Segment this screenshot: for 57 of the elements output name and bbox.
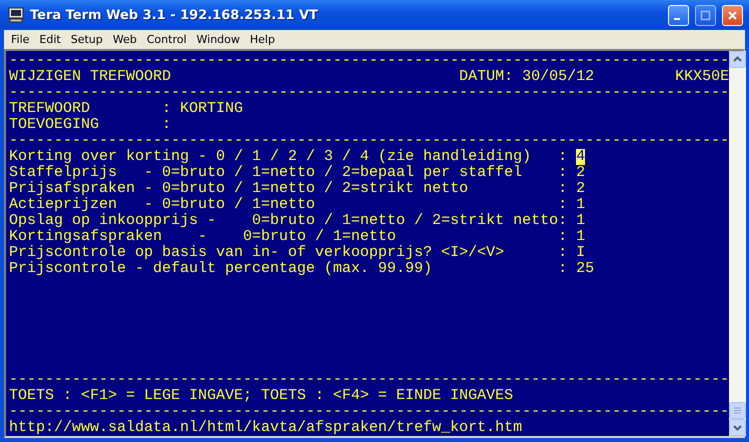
field-separator: : xyxy=(558,261,568,277)
close-icon xyxy=(727,10,738,20)
setting-label: Actieprijzen - 0=bruto / 1=netto xyxy=(9,197,316,213)
url-text: http://www.saldata.nl/html/kavta/afspraken/trefw_kort.htm xyxy=(9,420,524,436)
window-title: Tera Term Web 3.1 - 192.168.253.11 VT xyxy=(30,8,319,22)
scroll-thumb[interactable] xyxy=(729,402,746,419)
setting-value[interactable]: 25 xyxy=(576,261,594,277)
field-separator: : xyxy=(558,213,568,229)
minimize-button[interactable] xyxy=(668,4,689,26)
setting-value[interactable]: 2 xyxy=(576,181,586,197)
key-hint: TOETS : <F1> = LEGE INGAVE; TOETS : <F4> = EINDE INGAVES xyxy=(9,388,514,404)
field-label: TOEVOEGING xyxy=(9,117,100,133)
field-separator: : xyxy=(558,149,568,165)
field-separator: : xyxy=(162,117,172,133)
setting-value[interactable]: 1 xyxy=(576,229,586,245)
setting-value[interactable]: 2 xyxy=(576,165,586,181)
menu-item[interactable]: Control xyxy=(142,33,192,46)
field-value: KORTING xyxy=(180,101,244,117)
field-separator: : xyxy=(558,245,568,261)
setting-value[interactable]: I xyxy=(576,245,586,261)
setting-value[interactable]: 4 xyxy=(576,149,586,165)
setting-label: Prijscontrole - default percentage (max. 99.99) xyxy=(9,261,434,277)
date-label: DATUM: 30/05/12 xyxy=(459,69,596,85)
screen-code: KKX50E xyxy=(675,69,730,85)
dashed-rule: -------------------------------------------------------------------------------- xyxy=(9,53,730,69)
close-button[interactable] xyxy=(722,4,743,26)
menu-item[interactable]: Setup xyxy=(66,33,108,46)
maximize-button[interactable] xyxy=(695,4,716,26)
menu-item[interactable]: Window xyxy=(192,33,245,46)
menu-item[interactable]: File xyxy=(6,33,34,46)
field-separator: : xyxy=(558,197,568,213)
minimize-icon xyxy=(674,18,680,20)
field-separator: : xyxy=(558,181,568,197)
scroll-down-icon[interactable] xyxy=(729,419,746,436)
setting-label: Prijscontrole op basis van in- of verkoopprijs? <I>/<V> xyxy=(9,245,506,261)
maximize-icon xyxy=(700,10,711,20)
setting-value[interactable]: 1 xyxy=(576,213,586,229)
setting-label: Kortingsafspraken - 0=bruto / 1=netto xyxy=(9,229,398,245)
screen-title: WIJZIGEN TREFWOORD xyxy=(9,69,172,85)
dashed-rule: -------------------------------------------------------------------------------- xyxy=(9,85,730,101)
setting-value[interactable]: 1 xyxy=(576,197,586,213)
menu-item[interactable]: Help xyxy=(244,33,280,46)
setting-label: Opslag op inkoopprijs - 0=bruto / 1=netto / 2=strikt netto xyxy=(9,213,558,229)
setting-label: Prijsafspraken - 0=bruto / 1=netto / 2=strikt netto xyxy=(9,181,470,197)
setting-label: Staffelprijs - 0=bruto / 1=netto / 2=bepaal per staffel xyxy=(9,165,524,181)
field-separator: : xyxy=(162,101,172,117)
menu-item[interactable]: Web xyxy=(108,33,142,46)
field-separator: : xyxy=(558,165,568,181)
field-separator: : xyxy=(558,229,568,245)
dashed-rule: -------------------------------------------------------------------------------- xyxy=(9,404,730,420)
setting-label: Korting over korting - 0 / 1 / 2 / 3 / 4 (zie handleiding) xyxy=(9,149,532,165)
scroll-up-icon[interactable] xyxy=(729,51,746,68)
dashed-rule: -------------------------------------------------------------------------------- xyxy=(9,133,730,149)
menu-item[interactable]: Edit xyxy=(34,33,66,46)
terminal-icon xyxy=(8,7,24,23)
field-label: TREFWOORD xyxy=(9,101,92,117)
dashed-rule: -------------------------------------------------------------------------------- xyxy=(9,372,730,388)
